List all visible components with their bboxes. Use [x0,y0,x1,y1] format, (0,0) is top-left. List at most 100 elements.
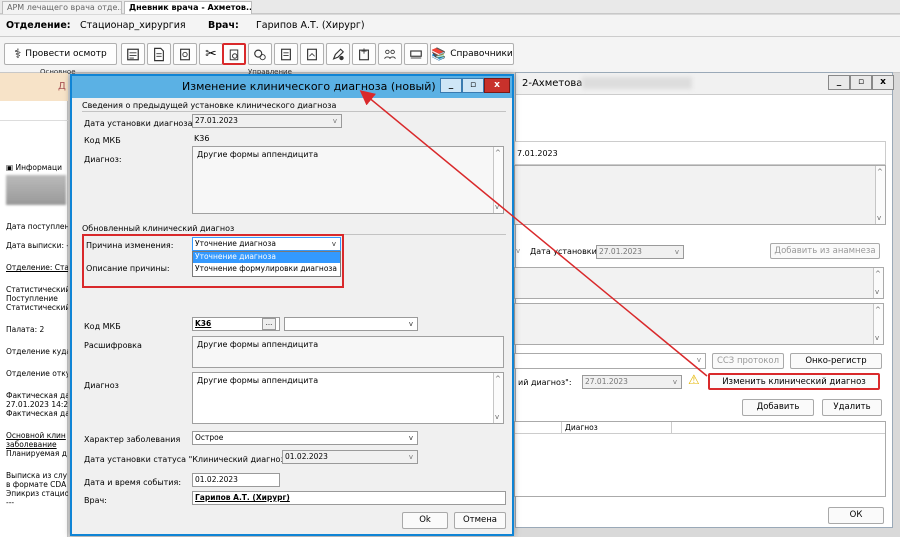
select-field[interactable]: v [514,353,706,369]
mkb2-label: Код МКБ [84,322,121,331]
chevron-down-icon[interactable]: v [694,355,704,365]
cancel-button[interactable]: Отмена [454,512,506,529]
event-date-field[interactable]: 01.02.2023 [192,473,280,487]
pills-button[interactable] [248,43,272,65]
diary-text-area[interactable]: ^ v [514,165,886,225]
mkb-label: Код МКБ [84,136,121,145]
close-icon[interactable]: x [484,78,510,93]
diary-window-title: 2-Ахметова [522,78,583,89]
mkb2-select[interactable]: v [284,317,418,331]
team-button[interactable] [378,43,402,65]
minimize-icon[interactable]: _ [828,75,850,90]
decode-value: Другие формы аппендицита [197,340,319,349]
chevron-down-icon[interactable]: v [329,239,339,249]
discharge-date: Дата выписки: - [6,241,68,250]
date-row: 7.01.2023 [514,141,886,165]
print-button[interactable] [173,43,197,65]
department-link[interactable]: Отделение: Ста [6,263,68,272]
ok-button[interactable]: Ok [402,512,448,529]
note-button[interactable] [300,43,324,65]
main-diagnosis-link[interactable]: Основной клин [6,431,68,440]
change-clinical-diagnosis-button[interactable]: Изменить клинический диагноз [708,373,880,390]
reason-option[interactable]: Уточнение формулировки диагноза [193,264,340,275]
actual-date-1: Фактическая да [6,391,68,400]
disease-link[interactable]: заболевание [6,440,68,449]
field-a[interactable]: ^ v [514,267,884,299]
diagnosis2-input[interactable]: Другие формы аппендицита ^ v [192,372,504,424]
minimize-icon[interactable]: _ [440,78,462,93]
maximize-icon[interactable]: ▫ [462,78,484,93]
edit-button[interactable] [326,43,350,65]
onco-register-button[interactable]: Онко-регистр [790,353,882,369]
close-icon[interactable]: x [872,75,894,90]
tab-diary[interactable]: Дневник врача - Ахметов.. × [124,1,252,14]
exam-button[interactable]: ⚕ Провести осмотр [4,43,117,65]
clipboard-gear-icon [229,49,239,60]
calendar-dropdown-icon[interactable]: v [330,116,340,126]
extract-3: Эпикриз стацио [6,489,68,498]
ellipsis-icon[interactable]: ... [262,318,276,330]
diagnosis2-label: Диагноз [84,381,119,390]
chevron-down-icon[interactable]: v [406,319,416,329]
ok-button[interactable]: ОК [828,507,884,524]
stat-3: Статистический [6,303,68,312]
warning-icon: ⚠ [688,373,700,388]
references-button[interactable]: 📚 Справочники [430,43,514,65]
add-record-button[interactable] [352,43,376,65]
calendar-dropdown-icon[interactable]: v [672,247,682,257]
delete-button[interactable]: Удалить [822,399,882,416]
doctor-label: Врач: [208,20,239,31]
diary-window-titlebar: 2-Ахметова _ ▫ x [516,73,894,95]
scissors-button[interactable]: ✂ [199,43,223,65]
bed-icon [410,49,422,58]
decode-label: Расшифровка [84,341,142,350]
exam-button-label: Провести осмотр [25,49,107,59]
reason-option[interactable]: Уточнение диагноза [193,252,340,263]
status-date-field[interactable]: 01.02.2023 v [282,450,418,464]
tab-bar: АРМ лечащего врача отде.. Дневник врача … [0,0,900,14]
maximize-icon[interactable]: ▫ [850,75,872,90]
event-date-label: Дата и время события: [84,478,182,487]
field-b[interactable]: ^ v [514,303,884,345]
chevron-down-icon[interactable]: v [516,247,520,255]
date-set-field[interactable]: 27.01.2023 v [596,245,684,259]
decode-field: Другие формы аппендицита [192,336,504,368]
list-icon [127,48,139,60]
toolbar: ⚕ Провести осмотр ✂ 📚 Справочники Основн… [0,37,900,76]
tab-arm[interactable]: АРМ лечащего врача отде.. [2,1,122,14]
event-date-value: 01.02.2023 [195,475,238,484]
diagnosis2-value: Другие формы аппендицита [197,376,319,385]
table-col-diagnosis: Диагноз [565,423,598,432]
record-button[interactable] [274,43,298,65]
change-diagnosis-toolbar-button[interactable] [222,43,246,65]
prev-date-field[interactable]: 27.01.2023 v [192,114,342,128]
blurred-name [582,77,692,89]
pills-icon [254,49,266,60]
add-document-icon [359,47,369,60]
character-select[interactable]: Острое v [192,431,418,445]
bed-button[interactable] [404,43,428,65]
info-label-text: Информаци [15,163,62,172]
reason-select[interactable]: Уточнение диагноза v [192,237,341,251]
doctor-field[interactable]: Гарипов А.Т. (Хирург) [192,491,506,505]
add-from-anamnesis-button[interactable]: Добавить из анамнеза [770,243,880,259]
dialog-titlebar: Изменение клинического диагноза (новый) … [72,76,512,98]
calendar-dropdown-icon[interactable]: v [406,452,416,462]
dept-label: Отделение: [6,20,71,31]
extract-1: Выписка из слу [6,471,68,480]
patient-photo [6,175,66,205]
clinical-diag-date-field[interactable]: 27.01.2023 v [582,375,682,389]
prev-diagnosis-field[interactable]: Другие формы аппендицита ^ v [192,146,504,214]
reason-description-label: Описание причины: [86,264,170,273]
document-button[interactable] [147,43,171,65]
left-filter [0,103,68,121]
prev-date-label: Дата установки диагноза [84,119,193,128]
chevron-down-icon[interactable]: v [406,433,416,443]
ssz-protocol-button[interactable]: ССЗ протокол [712,353,784,369]
print-icon [180,48,190,60]
list-button[interactable] [121,43,145,65]
calendar-dropdown-icon[interactable]: v [670,377,680,387]
stat-2: Поступление [6,294,58,303]
add-button[interactable]: Добавить [742,399,814,416]
dept-value: Стационар_хирургия [80,20,186,31]
